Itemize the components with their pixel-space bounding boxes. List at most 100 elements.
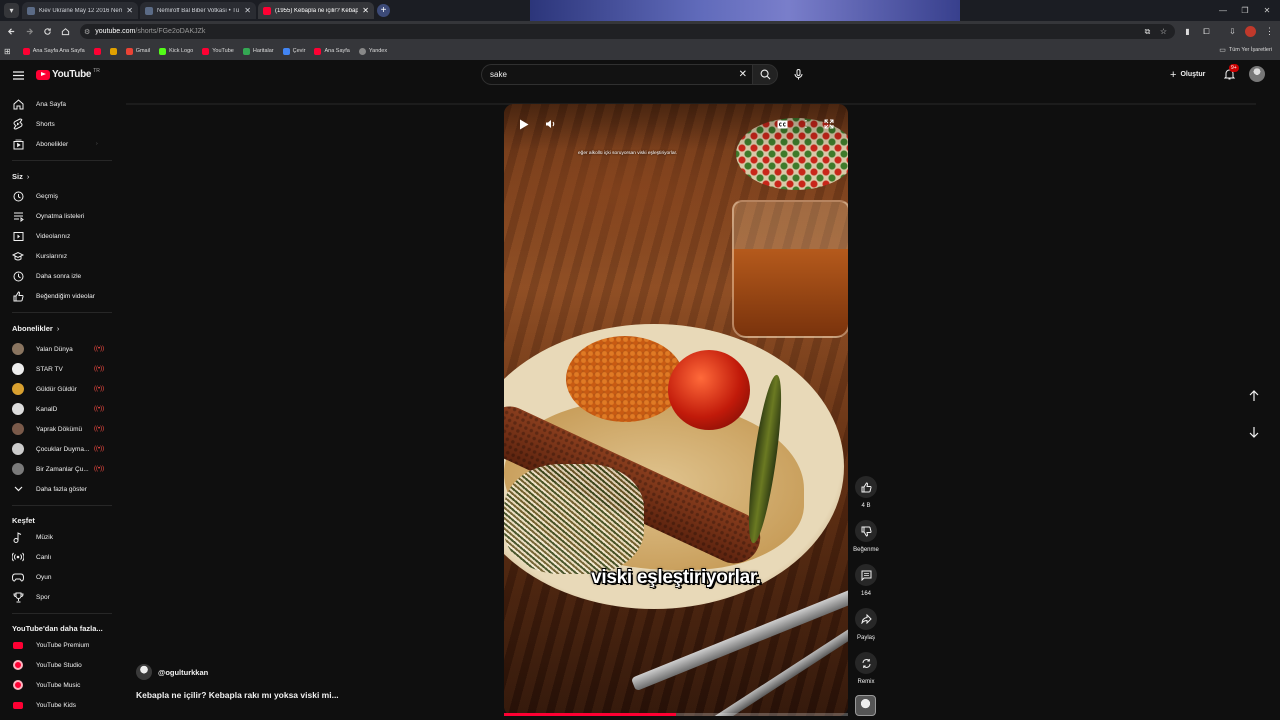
shorts-video-player[interactable]: ⋮ eğer alkollü içki soruyorsan viski eşl… [504,104,848,716]
new-tab-button[interactable]: + [377,4,390,17]
channel-handle[interactable]: @ogulturkkan [158,668,208,677]
omnibox[interactable]: ⚙ youtube.com/shorts/FGe2oDAKJZk [80,24,1175,39]
desktop-wallpaper [530,0,960,21]
tab-close-icon[interactable]: ✕ [126,6,133,15]
play-icon[interactable] [517,117,531,131]
restore-icon[interactable]: ❐ [1234,0,1256,21]
tab-close-icon[interactable]: ✕ [362,6,369,15]
captions-icon[interactable] [775,117,789,131]
sidebar-item-channel[interactable]: STAR TV ((•)) [0,359,118,379]
voice-search-button[interactable] [788,64,809,85]
extensions-puzzle-icon[interactable]: ⧠ [1199,24,1214,39]
bookmark-yandex[interactable]: Yandex [358,47,387,55]
bookmark-item[interactable]: Ana Sayfa Ana Sayfa [22,47,85,55]
sidebar-item-shorts[interactable]: Shorts [0,114,118,134]
share-button[interactable]: Paylaş [853,608,879,641]
bookmark-youtube[interactable]: YouTube [202,47,234,55]
all-bookmarks[interactable]: ▭ Tüm Yer İşaretleri [1219,46,1272,54]
profile-icon[interactable] [1243,24,1258,39]
more-options-icon[interactable]: ⋮ [799,117,813,131]
reload-icon[interactable] [40,24,55,39]
create-button[interactable]: + Oluştur [1166,65,1209,84]
sidebar-item-channel[interactable]: Bir Zamanlar Çu... ((•)) [0,459,118,479]
subscriptions-section-header[interactable]: Abonelikler › [12,324,59,333]
sidebar-item-sports[interactable]: Spor [0,587,118,607]
bookmark-star-icon[interactable]: ☆ [1156,24,1171,39]
notifications-button[interactable]: 9+ [1220,64,1239,83]
sidebar-item-youtube-music[interactable]: YouTube Music [0,675,118,695]
previous-short-arrow-up-icon[interactable] [1244,386,1264,406]
sidebar-item-music[interactable]: Müzik [0,527,118,547]
close-window-icon[interactable]: ✕ [1256,0,1278,21]
forward-icon[interactable] [22,24,37,39]
sidebar-item-live[interactable]: Canlı [0,547,118,567]
channel-thumbnail[interactable] [855,695,876,716]
tab-close-icon[interactable]: ✕ [244,6,251,15]
like-button[interactable]: 4 B [853,476,879,509]
remix-button[interactable]: Remix [853,652,879,685]
sidebar-item-label: Abonelikler [36,140,69,148]
install-app-icon[interactable]: ⧉ [1140,24,1155,39]
sidebar-item-channel[interactable]: Çocuklar Duyma... ((•)) [0,439,118,459]
bookmark-home[interactable]: Ana Sayfa [314,47,350,55]
sidebar-item-liked-videos[interactable]: Beğendiğim videolar [0,286,118,306]
bookmark-item[interactable] [109,47,117,55]
video-progress-bar[interactable] [504,713,848,716]
channel-avatar [12,403,24,415]
liked-videos-icon [12,290,24,302]
sidebar-item-channel[interactable]: Güldür Güldür ((•)) [0,379,118,399]
fullscreen-icon[interactable] [822,117,836,131]
tomato-image [668,350,750,430]
sidebar-item-youtube-kids[interactable]: YouTube Kids [0,695,118,715]
sidebar-item-youtube-studio[interactable]: YouTube Studio [0,655,118,675]
site-info-icon[interactable]: ⚙ [84,28,90,36]
home-browser-icon[interactable] [58,24,73,39]
tab-search-dropdown-icon[interactable]: ▾ [4,3,19,18]
channel-avatar[interactable] [136,664,152,680]
search-input[interactable] [490,70,720,79]
sidebar-item-your-videos[interactable]: Videolarınız [0,226,118,246]
volume-icon[interactable] [543,117,557,131]
channel-row[interactable]: @ogulturkkan [136,664,208,680]
sidebar-item-label: Shorts [36,120,55,128]
sidebar-item-label: Yalan Dünya [36,345,73,353]
sidebar-item-courses[interactable]: Kurslarınız [0,246,118,266]
next-short-arrow-down-icon[interactable] [1244,422,1264,442]
browser-menu-icon[interactable]: ⋮ [1262,24,1277,39]
download-icon[interactable]: ⇩ [1225,24,1240,39]
bookmark-maps[interactable]: Haritalar [242,47,274,55]
comments-button[interactable]: 164 [853,564,879,597]
search-box[interactable]: ✕ [481,64,753,85]
back-icon[interactable] [4,24,19,39]
sidebar-item-history[interactable]: Geçmiş [0,186,118,206]
account-avatar[interactable] [1249,66,1265,82]
apps-grid-icon[interactable]: ⊞ [4,47,11,56]
sidebar-item-channel[interactable]: Yaprak Dökümü ((•)) [0,419,118,439]
sidebar-item-channel[interactable]: Yalan Dünya ((•)) [0,339,118,359]
you-section-header[interactable]: Siz › [12,172,29,181]
sidebar-item-subscriptions[interactable]: Abonelikler › [0,134,118,154]
bookmark-gmail[interactable]: Gmail [125,47,150,55]
dislike-button[interactable]: Beğenme [853,520,879,553]
sidebar-item-label: Oynatma listeleri [36,212,85,220]
sidebar-item-watch-later[interactable]: Daha sonra izle [0,266,118,286]
extension-icon[interactable]: ▮ [1180,24,1195,39]
sidebar-item-channel[interactable]: KanalD ((•)) [0,399,118,419]
bookmark-kick[interactable]: Kick Logo [159,47,193,55]
bookmark-translate[interactable]: Çevir [282,47,305,55]
minimize-icon[interactable]: — [1212,0,1234,21]
browser-tab[interactable]: Nemiroff Bal Biber Votkası • Tü ✕ [140,2,256,19]
youtube-logo[interactable]: YouTube TR [36,68,100,80]
clear-search-icon[interactable]: ✕ [739,69,747,80]
tab-favicon-icon [145,6,153,15]
browser-tab[interactable]: Kiev Ukraine May 12 2016 Nem ✕ [22,2,138,19]
sidebar-item-youtube-premium[interactable]: YouTube Premium [0,635,118,655]
search-button[interactable] [752,64,778,85]
sidebar-item-gaming[interactable]: Oyun [0,567,118,587]
menu-icon[interactable] [12,69,24,81]
sidebar-item-home[interactable]: Ana Sayfa [0,94,118,114]
show-more-button[interactable]: Daha fazla göster [0,479,118,499]
browser-tab-active[interactable]: (1955) Kebapla ne içilir? Kebap ✕ [258,2,374,19]
sidebar-item-playlists[interactable]: Oynatma listeleri [0,206,118,226]
bookmark-item[interactable] [93,47,101,55]
